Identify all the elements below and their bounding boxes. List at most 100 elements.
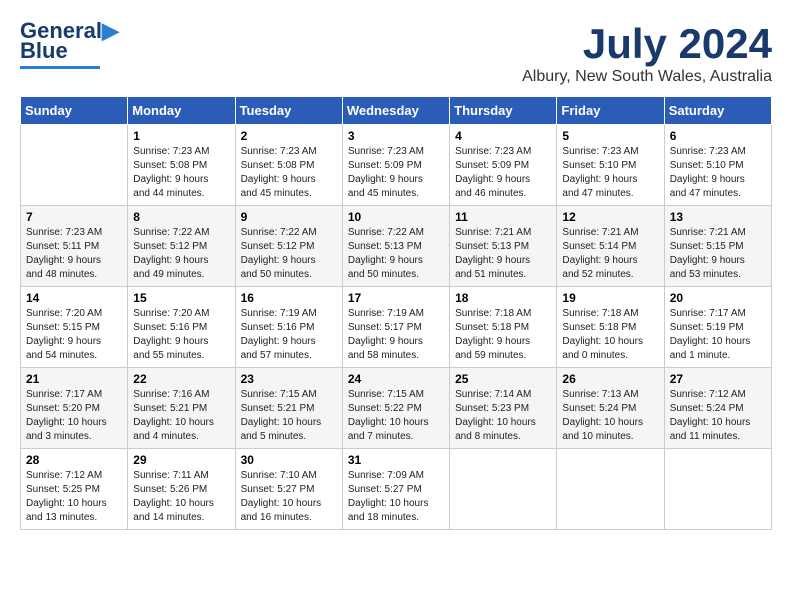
calendar-cell [450, 449, 557, 530]
day-info: Sunrise: 7:23 AM Sunset: 5:09 PM Dayligh… [455, 145, 551, 201]
day-number: 30 [241, 453, 337, 467]
day-number: 4 [455, 129, 551, 143]
day-number: 8 [133, 210, 229, 224]
day-info: Sunrise: 7:23 AM Sunset: 5:10 PM Dayligh… [670, 145, 766, 201]
header-friday: Friday [557, 97, 664, 125]
calendar-cell: 7 Sunrise: 7:23 AM Sunset: 5:11 PM Daylig… [21, 206, 128, 287]
day-number: 16 [241, 291, 337, 305]
day-number: 23 [241, 372, 337, 386]
calendar-cell: 28 Sunrise: 7:12 AM Sunset: 5:25 PM Dayli… [21, 449, 128, 530]
day-info: Sunrise: 7:17 AM Sunset: 5:20 PM Dayligh… [26, 388, 122, 444]
day-number: 27 [670, 372, 766, 386]
title-block: July 2024 Albury, New South Wales, Austr… [522, 20, 772, 86]
logo-blue: Blue [20, 38, 68, 64]
header-saturday: Saturday [664, 97, 771, 125]
day-number: 21 [26, 372, 122, 386]
calendar-title: July 2024 [522, 20, 772, 68]
day-info: Sunrise: 7:21 AM Sunset: 5:13 PM Dayligh… [455, 226, 551, 282]
calendar-week-row: 28 Sunrise: 7:12 AM Sunset: 5:25 PM Dayli… [21, 449, 772, 530]
calendar-week-row: 1 Sunrise: 7:23 AM Sunset: 5:08 PM Daylig… [21, 125, 772, 206]
day-info: Sunrise: 7:12 AM Sunset: 5:24 PM Dayligh… [670, 388, 766, 444]
day-number: 7 [26, 210, 122, 224]
day-info: Sunrise: 7:22 AM Sunset: 5:12 PM Dayligh… [133, 226, 229, 282]
day-info: Sunrise: 7:20 AM Sunset: 5:16 PM Dayligh… [133, 307, 229, 363]
day-info: Sunrise: 7:21 AM Sunset: 5:14 PM Dayligh… [562, 226, 658, 282]
calendar-cell: 30 Sunrise: 7:10 AM Sunset: 5:27 PM Dayli… [235, 449, 342, 530]
calendar-table: SundayMondayTuesdayWednesdayThursdayFrid… [20, 96, 772, 530]
calendar-cell: 5 Sunrise: 7:23 AM Sunset: 5:10 PM Daylig… [557, 125, 664, 206]
calendar-cell: 19Sunrise: 7:18 AM Sunset: 5:18 PM Dayli… [557, 287, 664, 368]
logo: General▶ Blue [20, 20, 119, 69]
day-number: 28 [26, 453, 122, 467]
day-number: 5 [562, 129, 658, 143]
header-tuesday: Tuesday [235, 97, 342, 125]
day-number: 20 [670, 291, 766, 305]
calendar-cell: 6 Sunrise: 7:23 AM Sunset: 5:10 PM Daylig… [664, 125, 771, 206]
day-number: 14 [26, 291, 122, 305]
day-info: Sunrise: 7:10 AM Sunset: 5:27 PM Dayligh… [241, 469, 337, 525]
calendar-cell: 15 Sunrise: 7:20 AM Sunset: 5:16 PM Dayli… [128, 287, 235, 368]
calendar-cell: 8 Sunrise: 7:22 AM Sunset: 5:12 PM Daylig… [128, 206, 235, 287]
day-info: Sunrise: 7:19 AM Sunset: 5:17 PM Dayligh… [348, 307, 444, 363]
calendar-cell [21, 125, 128, 206]
calendar-cell: 24 Sunrise: 7:15 AM Sunset: 5:22 PM Dayli… [342, 368, 449, 449]
calendar-cell: 4 Sunrise: 7:23 AM Sunset: 5:09 PM Daylig… [450, 125, 557, 206]
day-number: 6 [670, 129, 766, 143]
calendar-cell: 10Sunrise: 7:22 AM Sunset: 5:13 PM Dayli… [342, 206, 449, 287]
day-info: Sunrise: 7:16 AM Sunset: 5:21 PM Dayligh… [133, 388, 229, 444]
header-wednesday: Wednesday [342, 97, 449, 125]
day-number: 12 [562, 210, 658, 224]
day-number: 15 [133, 291, 229, 305]
calendar-cell: 14 Sunrise: 7:20 AM Sunset: 5:15 PM Dayli… [21, 287, 128, 368]
calendar-cell [664, 449, 771, 530]
day-info: Sunrise: 7:17 AM Sunset: 5:19 PM Dayligh… [670, 307, 766, 363]
day-info: Sunrise: 7:15 AM Sunset: 5:22 PM Dayligh… [348, 388, 444, 444]
day-number: 24 [348, 372, 444, 386]
calendar-cell: 23 Sunrise: 7:15 AM Sunset: 5:21 PM Dayli… [235, 368, 342, 449]
day-number: 10 [348, 210, 444, 224]
day-number: 9 [241, 210, 337, 224]
day-info: Sunrise: 7:09 AM Sunset: 5:27 PM Dayligh… [348, 469, 444, 525]
page-header: General▶ Blue July 2024 Albury, New Sout… [20, 20, 772, 86]
logo-underline [20, 66, 100, 69]
calendar-cell: 1 Sunrise: 7:23 AM Sunset: 5:08 PM Daylig… [128, 125, 235, 206]
calendar-week-row: 14 Sunrise: 7:20 AM Sunset: 5:15 PM Dayli… [21, 287, 772, 368]
calendar-subtitle: Albury, New South Wales, Australia [522, 68, 772, 86]
calendar-week-row: 21 Sunrise: 7:17 AM Sunset: 5:20 PM Dayli… [21, 368, 772, 449]
day-info: Sunrise: 7:18 AM Sunset: 5:18 PM Dayligh… [562, 307, 658, 363]
day-info: Sunrise: 7:22 AM Sunset: 5:12 PM Dayligh… [241, 226, 337, 282]
header-monday: Monday [128, 97, 235, 125]
day-number: 18 [455, 291, 551, 305]
day-number: 13 [670, 210, 766, 224]
day-info: Sunrise: 7:23 AM Sunset: 5:08 PM Dayligh… [133, 145, 229, 201]
calendar-cell: 3Sunrise: 7:23 AM Sunset: 5:09 PM Daylig… [342, 125, 449, 206]
calendar-cell: 29Sunrise: 7:11 AM Sunset: 5:26 PM Dayli… [128, 449, 235, 530]
calendar-cell: 26Sunrise: 7:13 AM Sunset: 5:24 PM Dayli… [557, 368, 664, 449]
calendar-cell: 2Sunrise: 7:23 AM Sunset: 5:08 PM Daylig… [235, 125, 342, 206]
day-number: 31 [348, 453, 444, 467]
day-number: 26 [562, 372, 658, 386]
day-info: Sunrise: 7:14 AM Sunset: 5:23 PM Dayligh… [455, 388, 551, 444]
calendar-cell: 21 Sunrise: 7:17 AM Sunset: 5:20 PM Dayli… [21, 368, 128, 449]
day-number: 2 [241, 129, 337, 143]
day-info: Sunrise: 7:20 AM Sunset: 5:15 PM Dayligh… [26, 307, 122, 363]
day-info: Sunrise: 7:23 AM Sunset: 5:11 PM Dayligh… [26, 226, 122, 282]
day-info: Sunrise: 7:15 AM Sunset: 5:21 PM Dayligh… [241, 388, 337, 444]
day-number: 1 [133, 129, 229, 143]
day-info: Sunrise: 7:23 AM Sunset: 5:10 PM Dayligh… [562, 145, 658, 201]
day-number: 25 [455, 372, 551, 386]
day-info: Sunrise: 7:19 AM Sunset: 5:16 PM Dayligh… [241, 307, 337, 363]
header-thursday: Thursday [450, 97, 557, 125]
day-info: Sunrise: 7:12 AM Sunset: 5:25 PM Dayligh… [26, 469, 122, 525]
calendar-header-row: SundayMondayTuesdayWednesdayThursdayFrid… [21, 97, 772, 125]
calendar-cell [557, 449, 664, 530]
day-number: 11 [455, 210, 551, 224]
calendar-cell: 12 Sunrise: 7:21 AM Sunset: 5:14 PM Dayli… [557, 206, 664, 287]
calendar-cell: 22Sunrise: 7:16 AM Sunset: 5:21 PM Dayli… [128, 368, 235, 449]
day-number: 29 [133, 453, 229, 467]
calendar-cell: 25 Sunrise: 7:14 AM Sunset: 5:23 PM Dayli… [450, 368, 557, 449]
calendar-cell: 20 Sunrise: 7:17 AM Sunset: 5:19 PM Dayli… [664, 287, 771, 368]
day-info: Sunrise: 7:18 AM Sunset: 5:18 PM Dayligh… [455, 307, 551, 363]
day-info: Sunrise: 7:23 AM Sunset: 5:09 PM Dayligh… [348, 145, 444, 201]
calendar-cell: 18 Sunrise: 7:18 AM Sunset: 5:18 PM Dayli… [450, 287, 557, 368]
